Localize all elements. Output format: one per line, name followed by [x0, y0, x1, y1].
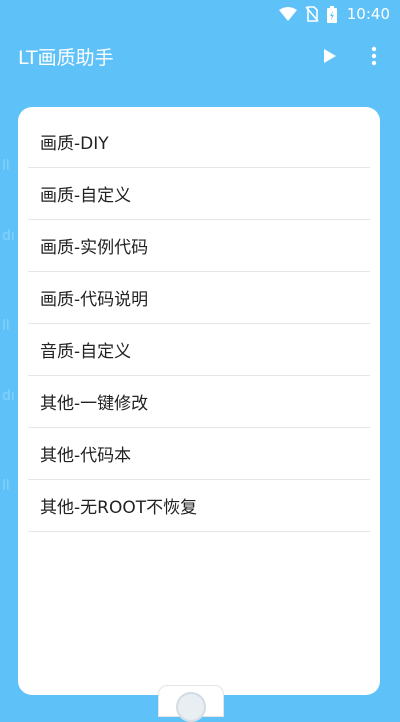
play-icon[interactable]	[318, 44, 342, 68]
menu-item-one-click-modify[interactable]: 其他-一键修改	[28, 376, 370, 428]
app-title: LT画质助手	[18, 46, 114, 69]
svg-text:ll: ll	[2, 478, 10, 494]
status-bar: 10:40	[0, 0, 400, 28]
app-actions	[318, 44, 386, 68]
floating-ball-icon	[176, 692, 206, 722]
menu-item-audio-custom[interactable]: 音质-自定义	[28, 324, 370, 376]
more-vert-icon[interactable]	[362, 44, 386, 68]
menu-item-quality-diy[interactable]: 画质-DIY	[28, 116, 370, 168]
floating-ball-handle[interactable]	[159, 686, 223, 722]
no-sim-icon	[305, 6, 319, 22]
svg-text:ll: ll	[2, 158, 10, 174]
menu-card: 画质-DIY 画质-自定义 画质-实例代码 画质-代码说明 音质-自定义 其他-…	[18, 107, 380, 695]
menu-item-no-root-restore[interactable]: 其他-无ROOT不恢复	[28, 480, 370, 532]
watermark-decoration: ll dı ll dı ll	[0, 150, 18, 530]
menu-item-code-book[interactable]: 其他-代码本	[28, 428, 370, 480]
svg-text:ll: ll	[2, 318, 10, 334]
menu-item-quality-code-help[interactable]: 画质-代码说明	[28, 272, 370, 324]
menu-item-quality-example-code[interactable]: 画质-实例代码	[28, 220, 370, 272]
menu-list: 画质-DIY 画质-自定义 画质-实例代码 画质-代码说明 音质-自定义 其他-…	[18, 107, 380, 532]
battery-charging-icon	[326, 5, 337, 23]
svg-text:dı: dı	[2, 228, 15, 244]
menu-item-quality-custom[interactable]: 画质-自定义	[28, 168, 370, 220]
svg-text:dı: dı	[2, 388, 15, 404]
app-bar: LT画质助手	[0, 28, 400, 84]
status-time: 10:40	[346, 5, 390, 23]
wifi-icon	[278, 7, 297, 21]
